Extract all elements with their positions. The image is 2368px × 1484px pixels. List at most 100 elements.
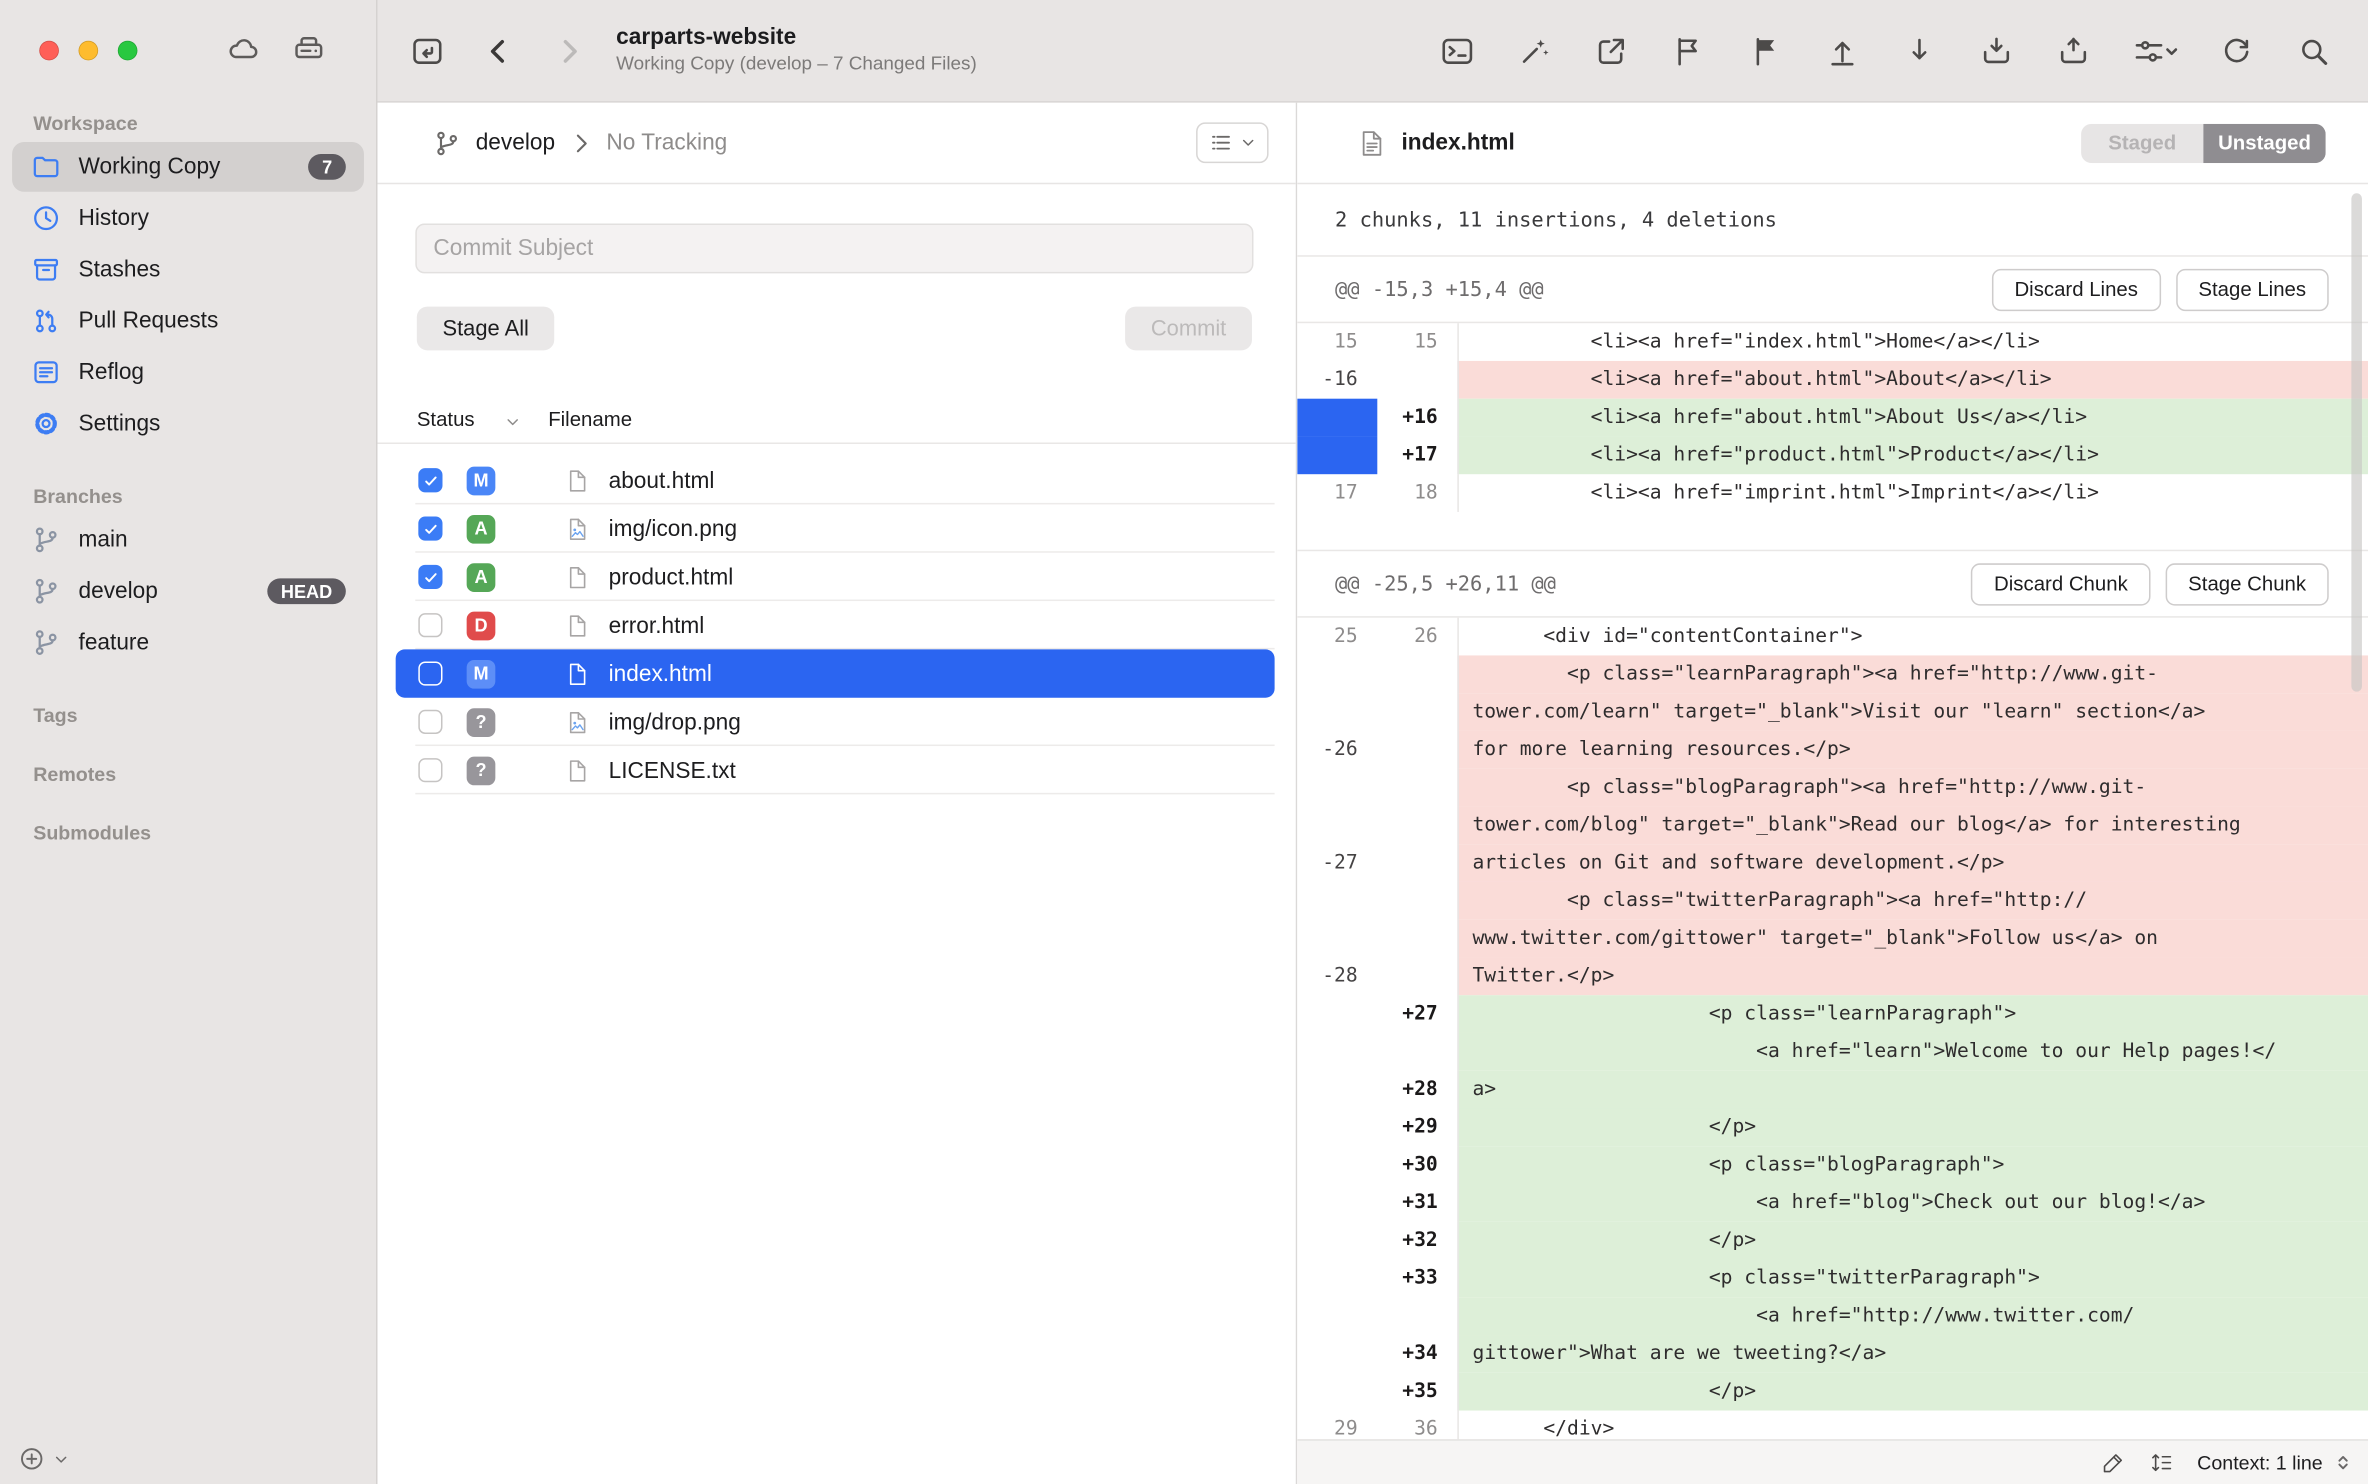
file-row-product-html[interactable]: Aproduct.html <box>396 553 1275 601</box>
sidebar-item-reflog[interactable]: Reflog <box>12 347 364 397</box>
breadcrumb-branch[interactable]: develop <box>476 130 555 156</box>
open-in-icon[interactable] <box>1593 32 1629 68</box>
search-icon[interactable] <box>2296 32 2332 68</box>
checkbox[interactable] <box>418 565 442 589</box>
sidebar-item-feature[interactable]: feature <box>12 618 364 668</box>
diff-row[interactable]: +32 </p> <box>1297 1222 2368 1260</box>
file-row-img-icon-png[interactable]: Aimg/icon.png <box>396 504 1275 552</box>
sidebar-item-pull-requests[interactable]: Pull Requests <box>12 296 364 346</box>
diff-row[interactable]: +29 </p> <box>1297 1108 2368 1146</box>
file-row-img-drop-png[interactable]: ?img/drop.png <box>396 698 1275 746</box>
stage-chunk-button[interactable]: Stage Chunk <box>2166 563 2329 605</box>
banner-icon[interactable] <box>1747 32 1783 68</box>
stash-apply-icon[interactable] <box>2055 32 2091 68</box>
column-header-filename[interactable]: Filename <box>548 408 632 431</box>
diff-row[interactable]: 2526 <div id="contentContainer"> <box>1297 618 2368 656</box>
diff-row[interactable]: tower.com/learn" target="_blank">Visit o… <box>1297 693 2368 731</box>
diff-row[interactable]: -27articles on Git and software developm… <box>1297 844 2368 882</box>
back-button[interactable] <box>480 32 516 68</box>
commit-button[interactable]: Commit <box>1125 307 1252 351</box>
pen-icon[interactable] <box>2101 1450 2127 1476</box>
checkbox[interactable] <box>418 468 442 492</box>
new-line-number <box>1377 693 1457 731</box>
diff-row[interactable]: tower.com/blog" target="_blank">Read our… <box>1297 806 2368 844</box>
magic-wand-icon[interactable] <box>1516 32 1552 68</box>
working-copy-icon[interactable] <box>409 32 445 68</box>
checkbox[interactable] <box>418 758 442 782</box>
diff-row[interactable]: <p class="learnParagraph"><a href="http:… <box>1297 655 2368 693</box>
diff-row[interactable]: +16 <li><a href="about.html">About Us</a… <box>1297 399 2368 437</box>
diff-row[interactable]: <p class="blogParagraph"><a href="http:/… <box>1297 769 2368 807</box>
diff-row[interactable]: +27 <p class="learnParagraph"> <box>1297 995 2368 1033</box>
segment-unstaged[interactable]: Unstaged <box>2203 123 2325 162</box>
diff-row[interactable]: www.twitter.com/gittower" target="_blank… <box>1297 920 2368 958</box>
diff-row[interactable]: 1718 <li><a href="imprint.html">Imprint<… <box>1297 474 2368 512</box>
minimize-window-button[interactable] <box>79 41 99 61</box>
new-line-number <box>1377 1297 1457 1335</box>
column-header-status[interactable]: Status <box>417 408 475 431</box>
diff-row[interactable]: 1515 <li><a href="index.html">Home</a></… <box>1297 323 2368 361</box>
toolbar: carparts-website Working Copy (develop –… <box>378 0 2368 103</box>
diff-row[interactable]: -28Twitter.</p> <box>1297 957 2368 995</box>
forward-button[interactable] <box>551 32 587 68</box>
diff-row[interactable]: +34gittower">What are we tweeting?</a> <box>1297 1335 2368 1373</box>
refresh-icon[interactable] <box>2218 32 2254 68</box>
diff-row[interactable]: -26for more learning resources.</p> <box>1297 731 2368 769</box>
diff-row[interactable]: +17 <li><a href="product.html">Product</… <box>1297 436 2368 474</box>
checkbox[interactable] <box>418 516 442 540</box>
sidebar-item-label: develop <box>79 578 158 604</box>
scrollbar-thumb[interactable] <box>2351 193 2362 691</box>
filter-icon[interactable] <box>2132 32 2177 68</box>
drive-icon[interactable] <box>291 32 326 67</box>
close-window-button[interactable] <box>39 41 59 61</box>
checkbox[interactable] <box>418 613 442 637</box>
sidebar-item-develop[interactable]: developHEAD <box>12 566 364 616</box>
discard-lines-button[interactable]: Discard Lines <box>1992 268 2161 310</box>
diff-row[interactable]: <a href="learn">Welcome to our Help page… <box>1297 1033 2368 1071</box>
new-line-number: +33 <box>1377 1260 1457 1298</box>
status-filter-chevron-icon[interactable] <box>504 414 521 431</box>
cloud-icon[interactable] <box>227 32 262 67</box>
checkbox[interactable] <box>418 661 442 685</box>
diff-row[interactable]: +35 </p> <box>1297 1373 2368 1411</box>
stash-save-icon[interactable] <box>1978 32 2014 68</box>
diff-row[interactable]: -16 <li><a href="about.html">About</a></… <box>1297 361 2368 399</box>
stage-lines-button[interactable]: Stage Lines <box>2176 268 2329 310</box>
checkbox[interactable] <box>418 710 442 734</box>
diff-row[interactable]: <p class="twitterParagraph"><a href="htt… <box>1297 882 2368 920</box>
breadcrumb-tracking[interactable]: No Tracking <box>606 130 727 156</box>
commit-subject-input[interactable] <box>415 224 1253 274</box>
file-row-error-html[interactable]: Derror.html <box>396 601 1275 649</box>
old-line-number <box>1297 1335 1377 1373</box>
context-stepper[interactable] <box>2333 1453 2353 1473</box>
add-repository-chevron-icon[interactable] <box>53 1451 70 1468</box>
add-repository-button[interactable] <box>18 1445 45 1472</box>
diff-row[interactable]: <a href="http://www.twitter.com/ <box>1297 1297 2368 1335</box>
sidebar-item-history[interactable]: History <box>12 193 364 243</box>
sidebar-item-working-copy[interactable]: Working Copy7 <box>12 142 364 192</box>
view-options-button[interactable] <box>1196 122 1268 163</box>
old-line-number <box>1297 399 1377 437</box>
diff-row[interactable]: +30 <p class="blogParagraph"> <box>1297 1146 2368 1184</box>
file-row-index-html[interactable]: Mindex.html <box>396 649 1275 697</box>
diff-row[interactable]: +33 <p class="twitterParagraph"> <box>1297 1260 2368 1298</box>
window-title: carparts-website <box>616 25 977 53</box>
chunk-header: @@ -15,3 +15,4 @@Discard LinesStage Line… <box>1297 257 2368 323</box>
sidebar-item-stashes[interactable]: Stashes <box>12 245 364 295</box>
discard-chunk-button[interactable]: Discard Chunk <box>1971 563 2150 605</box>
sidebar-item-settings[interactable]: Settings <box>12 399 364 449</box>
segment-staged[interactable]: Staged <box>2081 123 2203 162</box>
sidebar-item-main[interactable]: main <box>12 515 364 565</box>
stage-all-button[interactable]: Stage All <box>417 307 555 351</box>
diff-code-line: <li><a href="about.html">About</a></li> <box>1457 361 2368 399</box>
line-spacing-icon[interactable] <box>2149 1450 2175 1476</box>
push-icon[interactable] <box>1824 32 1860 68</box>
zoom-window-button[interactable] <box>118 41 138 61</box>
file-row-license-txt[interactable]: ?LICENSE.txt <box>396 746 1275 794</box>
file-row-about-html[interactable]: Mabout.html <box>396 456 1275 504</box>
diff-row[interactable]: +31 <a href="blog">Check out our blog!</… <box>1297 1184 2368 1222</box>
flag-icon[interactable] <box>1670 32 1706 68</box>
pull-icon[interactable] <box>1901 32 1937 68</box>
terminal-icon[interactable] <box>1439 32 1475 68</box>
diff-row[interactable]: +28a> <box>1297 1071 2368 1109</box>
